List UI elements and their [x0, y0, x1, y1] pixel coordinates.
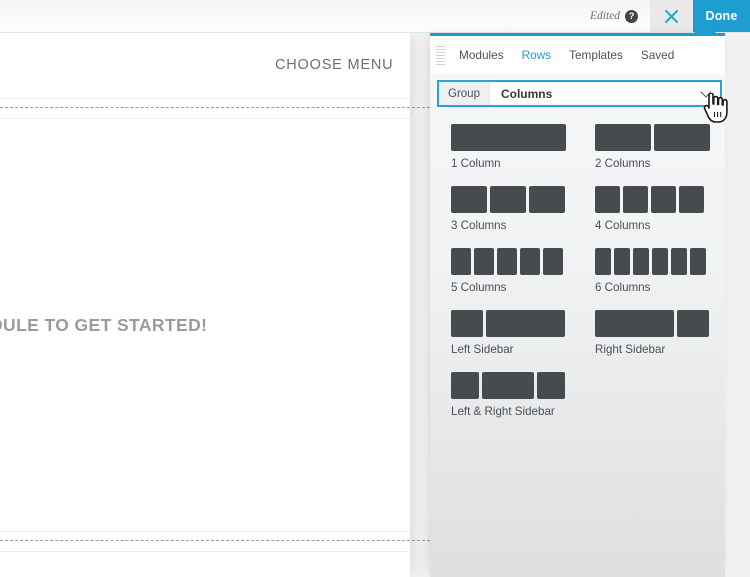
row-layout-label: 5 Columns	[451, 281, 507, 294]
row-layout-column-block	[671, 248, 687, 275]
row-layout-column-block	[595, 310, 674, 337]
tab-saved[interactable]: Saved	[632, 36, 683, 74]
row-hairline-bottom-inner	[0, 531, 412, 532]
row-layout-item[interactable]: 5 Columns	[437, 248, 581, 294]
row-layout-column-block	[595, 186, 620, 213]
row-layout-column-block	[679, 186, 704, 213]
row-layout-column-block	[451, 124, 566, 151]
row-layout-column-block	[614, 248, 630, 275]
get-started-text: DULE TO GET STARTED!	[0, 315, 208, 335]
row-layout-item[interactable]: Right Sidebar	[581, 310, 725, 356]
edited-status: Edited ?	[580, 0, 650, 32]
row-layout-item[interactable]: Left & Right Sidebar	[437, 372, 581, 418]
row-layout-thumbnail	[581, 186, 725, 213]
admin-bar: Edited ? Done	[0, 0, 750, 33]
row-layout-label: 3 Columns	[451, 219, 507, 232]
row-layout-label: 2 Columns	[595, 157, 651, 170]
row-layout-column-block	[595, 248, 611, 275]
panel-tab-bar: Modules Rows Templates Saved	[430, 36, 725, 74]
row-layout-item[interactable]: 4 Columns	[581, 186, 725, 232]
row-layout-item[interactable]: 1 Column	[437, 124, 581, 170]
row-layout-label: Left Sidebar	[451, 343, 514, 356]
tab-modules[interactable]: Modules	[450, 36, 513, 74]
row-layout-column-block	[652, 248, 668, 275]
row-layout-column-block	[497, 248, 517, 275]
row-layout-label: 4 Columns	[595, 219, 651, 232]
row-layout-column-block	[595, 124, 651, 151]
group-select[interactable]: Group Columns	[437, 80, 722, 107]
row-hairline-bottom-outer	[0, 551, 412, 552]
row-hairline-top-outer	[0, 98, 412, 99]
row-layout-thumbnail	[581, 248, 725, 275]
close-button[interactable]	[650, 0, 693, 32]
row-layout-thumbnail	[437, 310, 581, 337]
admin-bar-actions: Edited ? Done	[580, 0, 750, 32]
row-layout-thumbnail	[581, 310, 725, 337]
row-layouts-grid: 1 Column 2 Columns 3 Columns 4 Columns 5 Col…	[437, 124, 725, 434]
row-layout-column-block	[520, 248, 540, 275]
help-question-icon[interactable]: ?	[625, 9, 638, 23]
row-layout-column-block	[486, 310, 565, 337]
row-layout-column-block	[690, 248, 706, 275]
row-layout-label: 1 Column	[451, 157, 501, 170]
row-layout-item[interactable]: Left Sidebar	[437, 310, 581, 356]
group-select-value: Columns	[500, 86, 553, 101]
page-sheet	[0, 33, 410, 577]
row-layout-column-block	[677, 310, 709, 337]
row-layout-label: Left & Right Sidebar	[451, 405, 555, 418]
row-layout-thumbnail	[437, 186, 581, 213]
row-layout-thumbnail	[437, 372, 581, 399]
row-layout-item[interactable]: 2 Columns	[581, 124, 725, 170]
chevron-down-icon	[701, 88, 712, 99]
panel-drag-handle[interactable]	[433, 40, 450, 70]
row-layout-column-block	[654, 124, 710, 151]
row-layout-column-block	[651, 186, 676, 213]
row-layout-column-block	[482, 372, 534, 399]
row-layout-column-block	[529, 186, 565, 213]
row-layout-column-block	[623, 186, 648, 213]
group-select-label: Group	[439, 82, 490, 105]
close-x-icon	[665, 9, 678, 23]
row-layout-thumbnail	[437, 248, 581, 275]
row-layout-column-block	[543, 248, 563, 275]
row-layout-item[interactable]: 6 Columns	[581, 248, 725, 294]
tab-templates[interactable]: Templates	[560, 36, 632, 74]
row-layout-item[interactable]: 3 Columns	[437, 186, 581, 232]
tab-rows[interactable]: Rows	[513, 36, 561, 74]
choose-menu-heading: CHOOSE MENU	[275, 57, 394, 73]
row-layout-label: Right Sidebar	[595, 343, 666, 356]
row-layout-label: 6 Columns	[595, 281, 651, 294]
row-divider-bottom	[0, 540, 435, 541]
row-layout-column-block	[451, 372, 479, 399]
row-layout-thumbnail	[437, 124, 581, 151]
row-layout-column-block	[451, 186, 487, 213]
screen: CHOOSE MENU DULE TO GET STARTED! Edited …	[0, 0, 750, 577]
row-layout-column-block	[451, 310, 483, 337]
row-layout-column-block	[474, 248, 494, 275]
row-divider-top	[0, 107, 435, 108]
panel-caret-icon	[694, 22, 716, 33]
row-layout-thumbnail	[581, 124, 725, 151]
row-layout-column-block	[537, 372, 565, 399]
row-hairline-top-inner	[0, 118, 412, 119]
row-layout-column-block	[490, 186, 526, 213]
row-layout-column-block	[633, 248, 649, 275]
edited-label: Edited	[589, 10, 620, 22]
row-layout-column-block	[451, 248, 471, 275]
